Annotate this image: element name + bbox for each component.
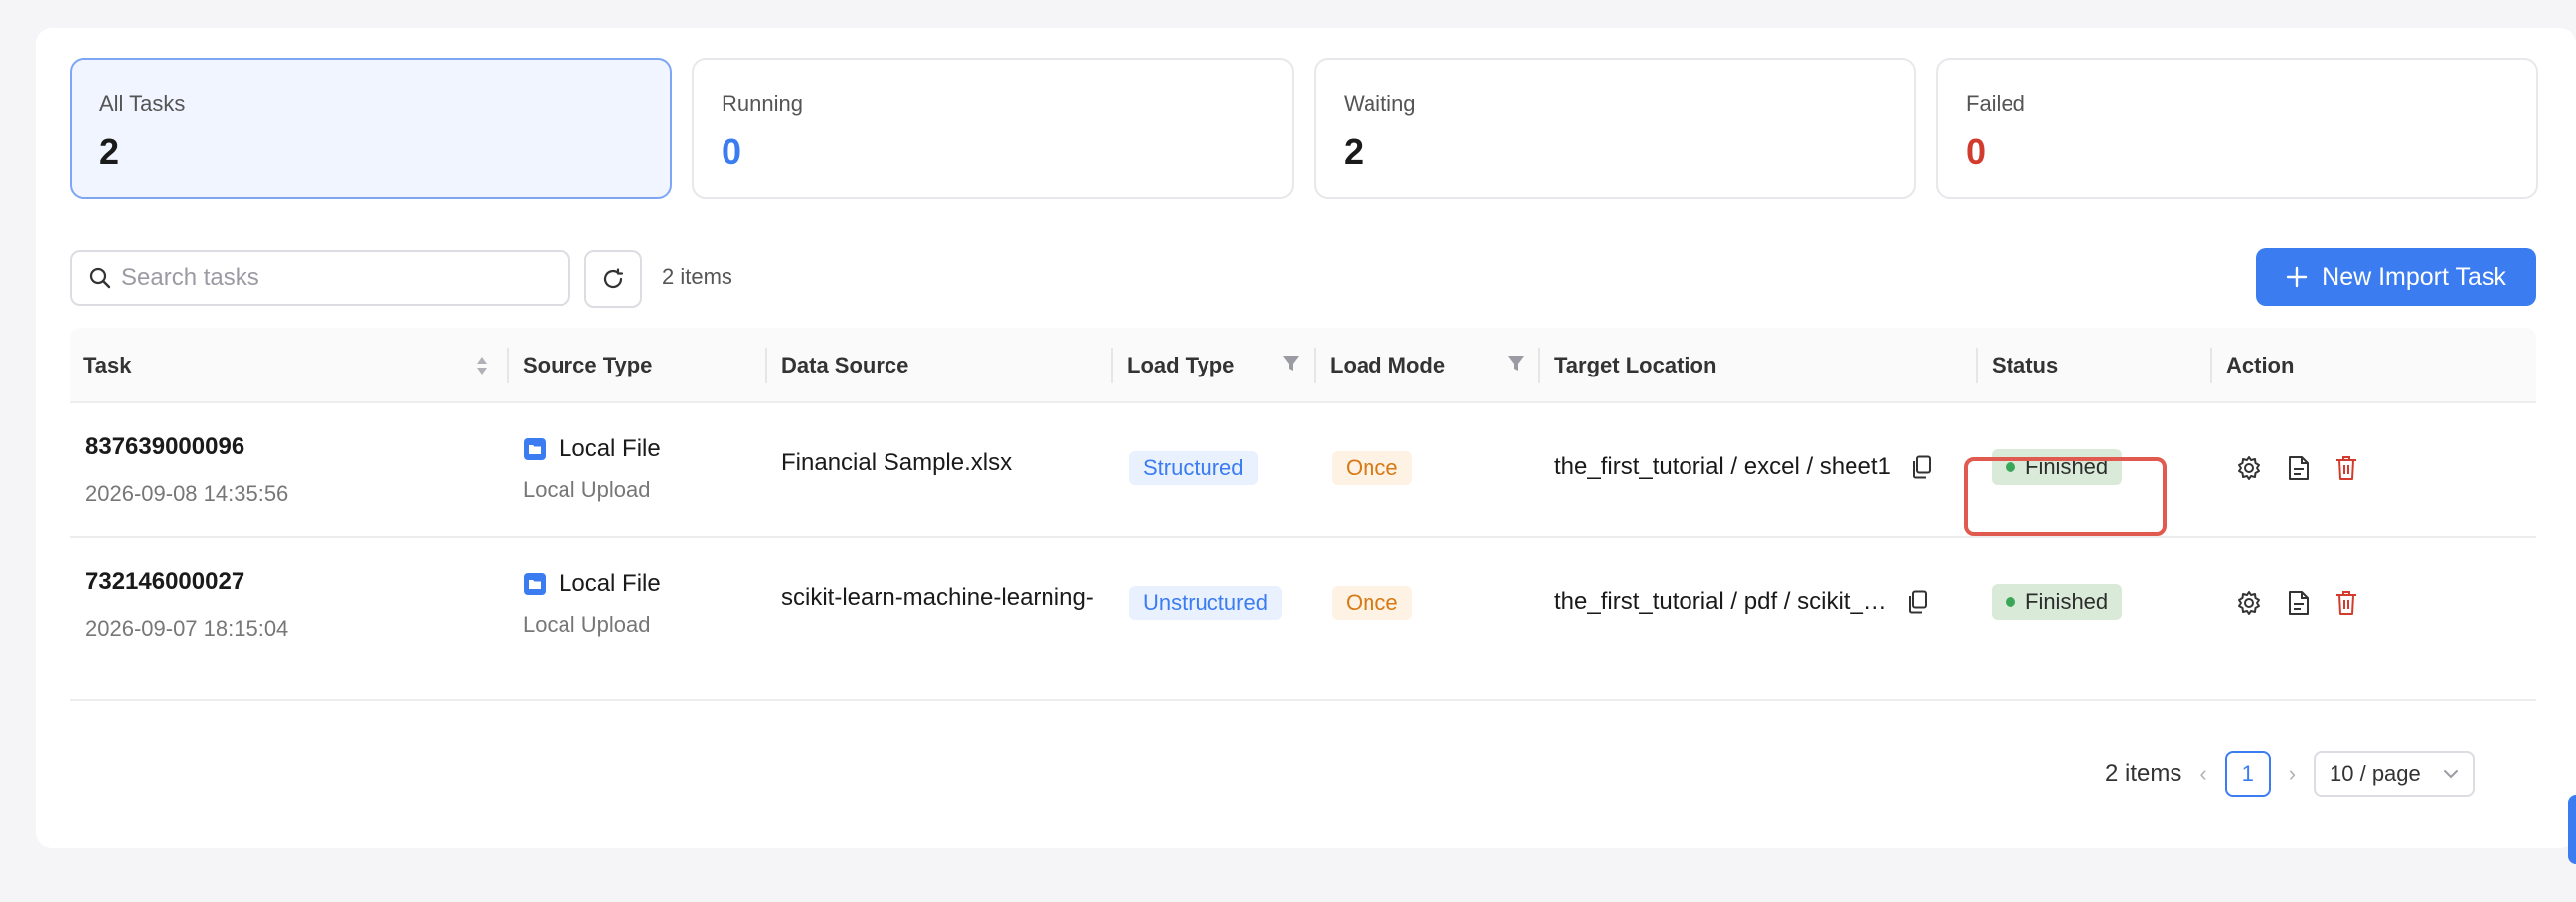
- column-header-source-type: Source Type: [523, 353, 653, 377]
- source-type-sub: Local Upload: [523, 612, 651, 637]
- row-actions: [2236, 455, 2357, 481]
- refresh-icon: [603, 268, 624, 289]
- copy-icon[interactable]: [1911, 455, 1933, 479]
- settings-button[interactable]: [2236, 455, 2262, 481]
- source-type-name: Local File: [559, 435, 661, 462]
- filter-icon[interactable]: [1507, 354, 1525, 374]
- pagination: 2 items ‹ 1 › 10 / page: [2105, 751, 2476, 797]
- target-location: the_first_tutorial / excel / sheet1: [1554, 453, 1933, 481]
- items-count: 2 items: [662, 264, 732, 289]
- new-import-task-button[interactable]: New Import Task: [2256, 248, 2536, 306]
- column-header-load-type: Load Type: [1127, 353, 1235, 377]
- column-header-action: Action: [2226, 353, 2295, 377]
- row-actions: [2236, 590, 2357, 616]
- document-icon: [2289, 591, 2309, 615]
- table-row: 732146000027 2026-09-07 18:15:04 Local F…: [70, 538, 2536, 701]
- column-header-task[interactable]: Task: [83, 328, 132, 403]
- load-mode-tag: Once: [1332, 451, 1412, 485]
- status-badge: Finished: [1992, 584, 2123, 620]
- task-date: 2026-09-07 18:15:04: [85, 616, 289, 641]
- stat-card-waiting[interactable]: Waiting 2: [1314, 58, 1916, 199]
- page-size-value: 10 / page: [2330, 761, 2421, 786]
- refresh-button[interactable]: [584, 250, 642, 308]
- tasks-panel: All Tasks 2 Running 0 Waiting 2 Failed 0…: [36, 28, 2576, 848]
- stat-label: All Tasks: [99, 91, 186, 116]
- chevron-down-icon: [2444, 770, 2459, 779]
- plus-icon: [2286, 266, 2308, 288]
- table-header: Task Source Type Data Source Load Type L…: [70, 328, 2536, 403]
- trash-icon: [2336, 456, 2356, 480]
- gear-icon: [2238, 456, 2260, 480]
- stat-label: Running: [722, 91, 803, 116]
- delete-button[interactable]: [2335, 590, 2357, 616]
- source-type-sub: Local Upload: [523, 477, 651, 502]
- highlight-box: [1964, 457, 2167, 536]
- target-location: the_first_tutorial / pdf / scikit_…: [1554, 588, 1929, 616]
- folder-icon: [524, 573, 546, 595]
- load-mode-tag: Once: [1332, 586, 1412, 620]
- document-icon: [2289, 456, 2309, 480]
- delete-button[interactable]: [2335, 455, 2357, 481]
- stat-card-all-tasks[interactable]: All Tasks 2: [70, 58, 672, 199]
- prev-page-icon[interactable]: ‹: [2199, 761, 2206, 787]
- column-header-status: Status: [1992, 353, 2059, 377]
- sort-icon[interactable]: [475, 354, 489, 377]
- data-source: scikit-learn-machine-learning-: [781, 584, 1094, 611]
- stat-label: Failed: [1966, 91, 2025, 116]
- target-location-text: the_first_tutorial / pdf / scikit_…: [1554, 588, 1887, 615]
- task-id: 732146000027: [85, 568, 245, 595]
- task-date: 2026-09-08 14:35:56: [85, 481, 289, 506]
- load-type-tag: Unstructured: [1129, 586, 1282, 620]
- table-row: 837639000096 2026-09-08 14:35:56 Local F…: [70, 403, 2536, 538]
- next-page-icon[interactable]: ›: [2289, 761, 2296, 787]
- trash-icon: [2336, 591, 2356, 615]
- folder-icon: [524, 438, 546, 460]
- search-input[interactable]: [121, 264, 559, 292]
- source-type-name: Local File: [559, 570, 661, 597]
- data-source: Financial Sample.xlsx: [781, 449, 1013, 476]
- task-id: 837639000096: [85, 433, 245, 460]
- stat-value: 2: [99, 131, 120, 172]
- stat-value: 2: [1344, 131, 1365, 172]
- filter-icon[interactable]: [1282, 354, 1300, 374]
- column-header-target-location: Target Location: [1554, 353, 1717, 377]
- load-type-tag: Structured: [1129, 451, 1258, 485]
- stat-label: Waiting: [1344, 91, 1416, 116]
- status-dot: [2006, 597, 2015, 607]
- copy-icon[interactable]: [1907, 590, 1929, 614]
- log-button[interactable]: [2288, 455, 2310, 481]
- stat-value: 0: [1966, 131, 1987, 172]
- settings-button[interactable]: [2236, 590, 2262, 616]
- search-icon: [89, 267, 111, 289]
- column-header-load-mode: Load Mode: [1330, 353, 1446, 377]
- new-import-task-label: New Import Task: [2322, 262, 2506, 291]
- log-button[interactable]: [2288, 590, 2310, 616]
- edge-accent: [2568, 795, 2576, 864]
- stat-card-failed[interactable]: Failed 0: [1936, 58, 2538, 199]
- page-size-select[interactable]: 10 / page: [2314, 751, 2476, 797]
- status-text: Finished: [2025, 589, 2109, 614]
- column-header-data-source: Data Source: [781, 353, 909, 377]
- target-location-text: the_first_tutorial / excel / sheet1: [1554, 453, 1891, 480]
- gear-icon: [2238, 591, 2260, 615]
- search-box: [70, 250, 570, 306]
- pagination-total: 2 items: [2105, 760, 2182, 787]
- page-number-current[interactable]: 1: [2224, 751, 2271, 797]
- stat-value: 0: [722, 131, 742, 172]
- stat-card-running[interactable]: Running 0: [692, 58, 1294, 199]
